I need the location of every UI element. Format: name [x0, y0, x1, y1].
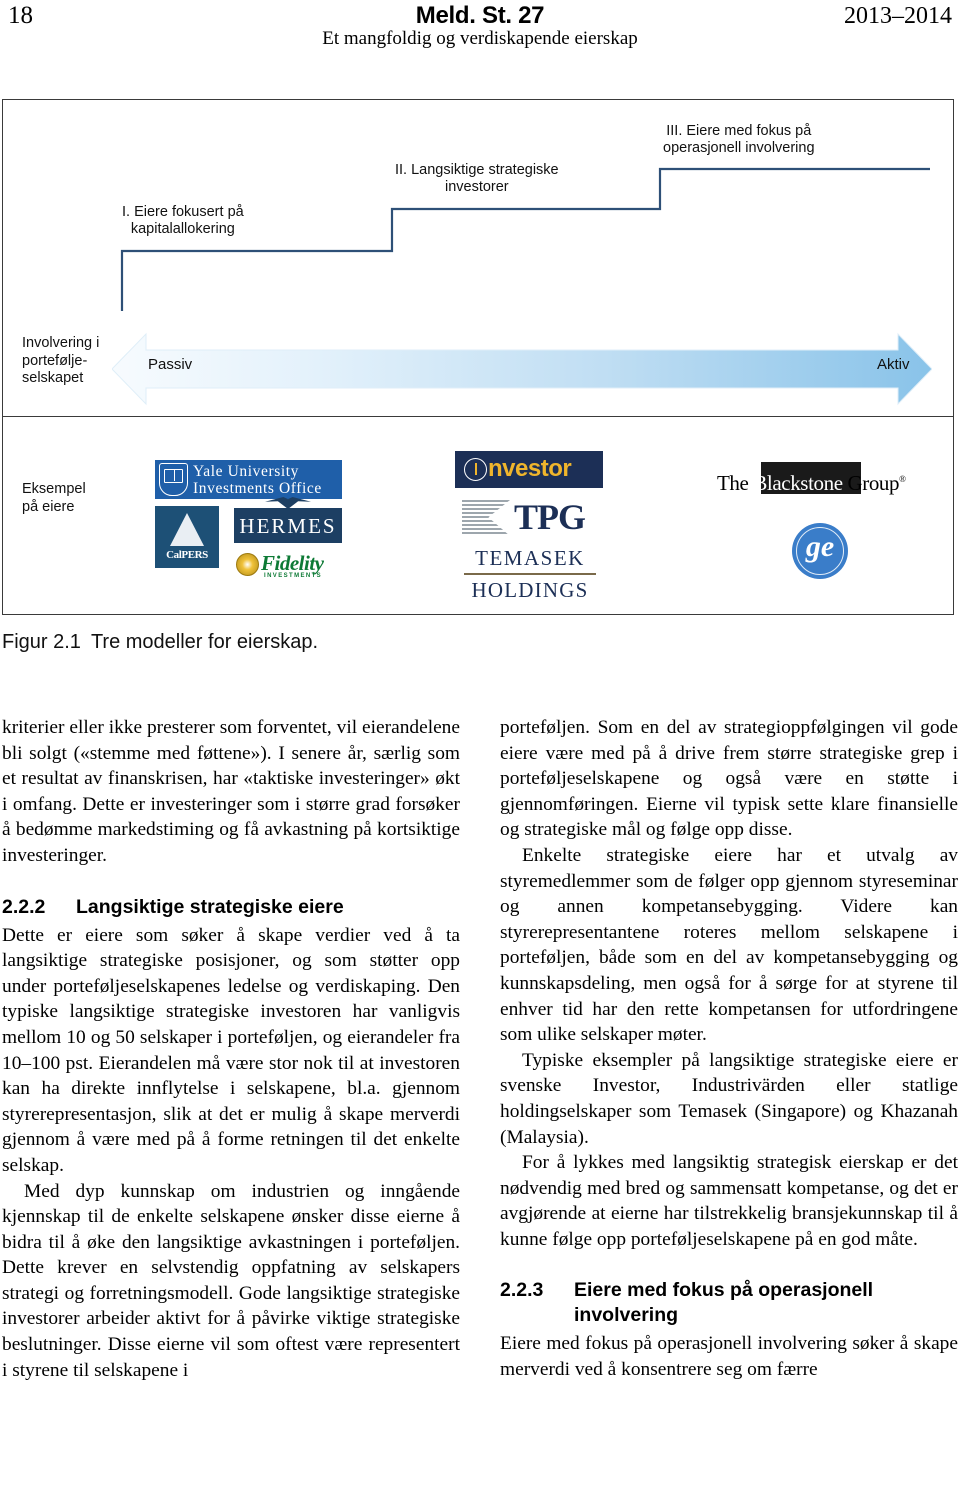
- tpg-mark-icon: [462, 500, 510, 536]
- investor-logo: nvestor: [455, 451, 603, 488]
- calpers-logo-text: CalPERS: [166, 549, 208, 561]
- temasek-logo-line1: TEMASEK: [475, 546, 585, 570]
- blackstone-logo-text: The Blackstone Group®: [717, 471, 922, 496]
- heading-2-2-2-number: 2.2.2: [2, 895, 46, 918]
- involvering-row-label-line3: selskapet: [22, 370, 84, 386]
- paragraph-right-1: porteføljen. Som en del av strategioppfø…: [500, 717, 958, 841]
- paragraph-right-3: Typiske eksempler på langsiktige strateg…: [500, 1049, 958, 1148]
- involvering-row-label-line1: Involvering i: [22, 335, 100, 351]
- yale-university-investments-office-logo: Yale University Investments Office: [155, 460, 342, 499]
- step-label-2-line1: II. Langsiktige strategiske: [395, 162, 559, 178]
- step-label-2-line2: investorer: [444, 179, 509, 195]
- body-column-right: porteføljen. Som en del av strategioppfø…: [500, 715, 958, 1383]
- hermes-logo: HERMES: [234, 497, 342, 543]
- axis-label-active: Aktiv: [877, 356, 910, 373]
- involvering-row-label-line2: portefølje-: [22, 352, 88, 369]
- heading-2-2-3-title: Eiere med fokus på operasjonell involver…: [574, 1278, 958, 1328]
- tpg-logo-text: TPG: [514, 497, 586, 537]
- blackstone-group-logo: The Blackstone Group®: [717, 462, 922, 500]
- blackstone-logo-pre: The: [717, 471, 754, 495]
- paragraph-right-4: For å lykkes med langsiktig strategisk e…: [500, 1152, 958, 1250]
- heading-2-2-3-title-line1: Eiere med fokus på operasjonell: [574, 1279, 874, 1302]
- passiv-aktiv-arrow: [112, 332, 932, 406]
- step-label-2: II. Langsiktige strategiske investorer: [395, 162, 559, 196]
- paragraph-left-3: Med dyp kunnskap om industrien og inngåe…: [2, 1180, 460, 1381]
- paragraph-left-2: Dette er eiere som søker å skape verdier…: [2, 924, 460, 1176]
- yale-logo-line1: Yale University: [193, 462, 300, 480]
- document-subtitle: Et mangfoldig og verdiskapende eierskap: [322, 28, 638, 49]
- paragraph-right-2: Enkelte strategiske eiere har et utvalg …: [500, 844, 958, 1046]
- heading-2-2-2: 2.2.2 Langsiktige strategiske eiere: [2, 895, 460, 920]
- temasek-holdings-logo: TEMASEK HOLDINGS: [464, 546, 596, 604]
- arrow-shape: [112, 332, 932, 406]
- involvering-row-label: Involvering i portefølje- selskapet: [22, 335, 99, 388]
- document-title: Meld. St. 27: [415, 2, 545, 29]
- step-label-3-line2: operasjonell involvering: [663, 140, 815, 156]
- temasek-logo-rule: [464, 573, 596, 575]
- example-owner-logos: Yale University Investments Office CalPE…: [2, 418, 954, 614]
- calpers-pyramid-icon: [170, 513, 204, 546]
- registered-trademark-icon: ®: [899, 474, 906, 484]
- yale-logo-text: Yale University Investments Office: [193, 463, 322, 497]
- heading-2-2-3-title-line2: involvering: [574, 1304, 679, 1327]
- blackstone-logo-mid: Blackstone: [753, 471, 843, 495]
- fidelity-investments-logo: Fidelity INVESTMENTS: [234, 550, 342, 580]
- running-head: 18 Meld. St. 27 2013–2014 Et mangfoldig …: [0, 0, 960, 58]
- ge-logo-text: ge: [805, 530, 835, 563]
- temasek-logo-line2: HOLDINGS: [471, 577, 589, 602]
- paragraph-right-5: Eiere med fokus på operasjonell involver…: [500, 1333, 958, 1381]
- heading-2-2-3: 2.2.3 Eiere med fokus på operasjonell in…: [500, 1278, 958, 1328]
- step-label-1-line2: kapitalallokering: [130, 221, 235, 237]
- paragraph-left-1: kriterier eller ikke presterer som forve…: [2, 717, 460, 866]
- step-label-3-line1: III. Eiere med fokus på: [666, 123, 812, 139]
- investor-i-circle-icon: [464, 458, 487, 481]
- figure-caption-number: Figur 2.1: [2, 631, 81, 653]
- fidelity-sunburst-icon: [236, 553, 259, 576]
- investor-logo-text: nvestor: [488, 455, 572, 482]
- calpers-logo: CalPERS: [155, 506, 219, 568]
- axis-label-passive: Passiv: [148, 356, 193, 373]
- step-label-1: I. Eiere fokusert på kapitalallokering: [122, 204, 244, 238]
- figure-caption: Figur 2.1 Tre modeller for eierskap.: [2, 631, 318, 654]
- general-electric-logo: ge: [792, 523, 848, 579]
- step-label-1-line1: I. Eiere fokusert på: [122, 204, 244, 220]
- hermes-logo-text: HERMES: [239, 514, 337, 538]
- yale-shield-icon: [159, 463, 188, 496]
- heading-2-2-2-title: Langsiktige strategiske eiere: [76, 895, 344, 918]
- step-label-3: III. Eiere med fokus på operasjonell inv…: [663, 123, 815, 157]
- figure-caption-text: Tre modeller for eierskap.: [90, 631, 319, 653]
- fidelity-logo-subtext: INVESTMENTS: [264, 573, 323, 579]
- session-years: 2013–2014: [844, 3, 952, 29]
- yale-logo-line2: Investments Office: [193, 479, 322, 497]
- blackstone-logo-post: Group: [842, 471, 900, 495]
- heading-2-2-3-number: 2.2.3: [500, 1279, 544, 1302]
- tpg-logo: TPG: [462, 497, 602, 538]
- body-column-left: kriterier eller ikke presterer som forve…: [2, 715, 460, 1383]
